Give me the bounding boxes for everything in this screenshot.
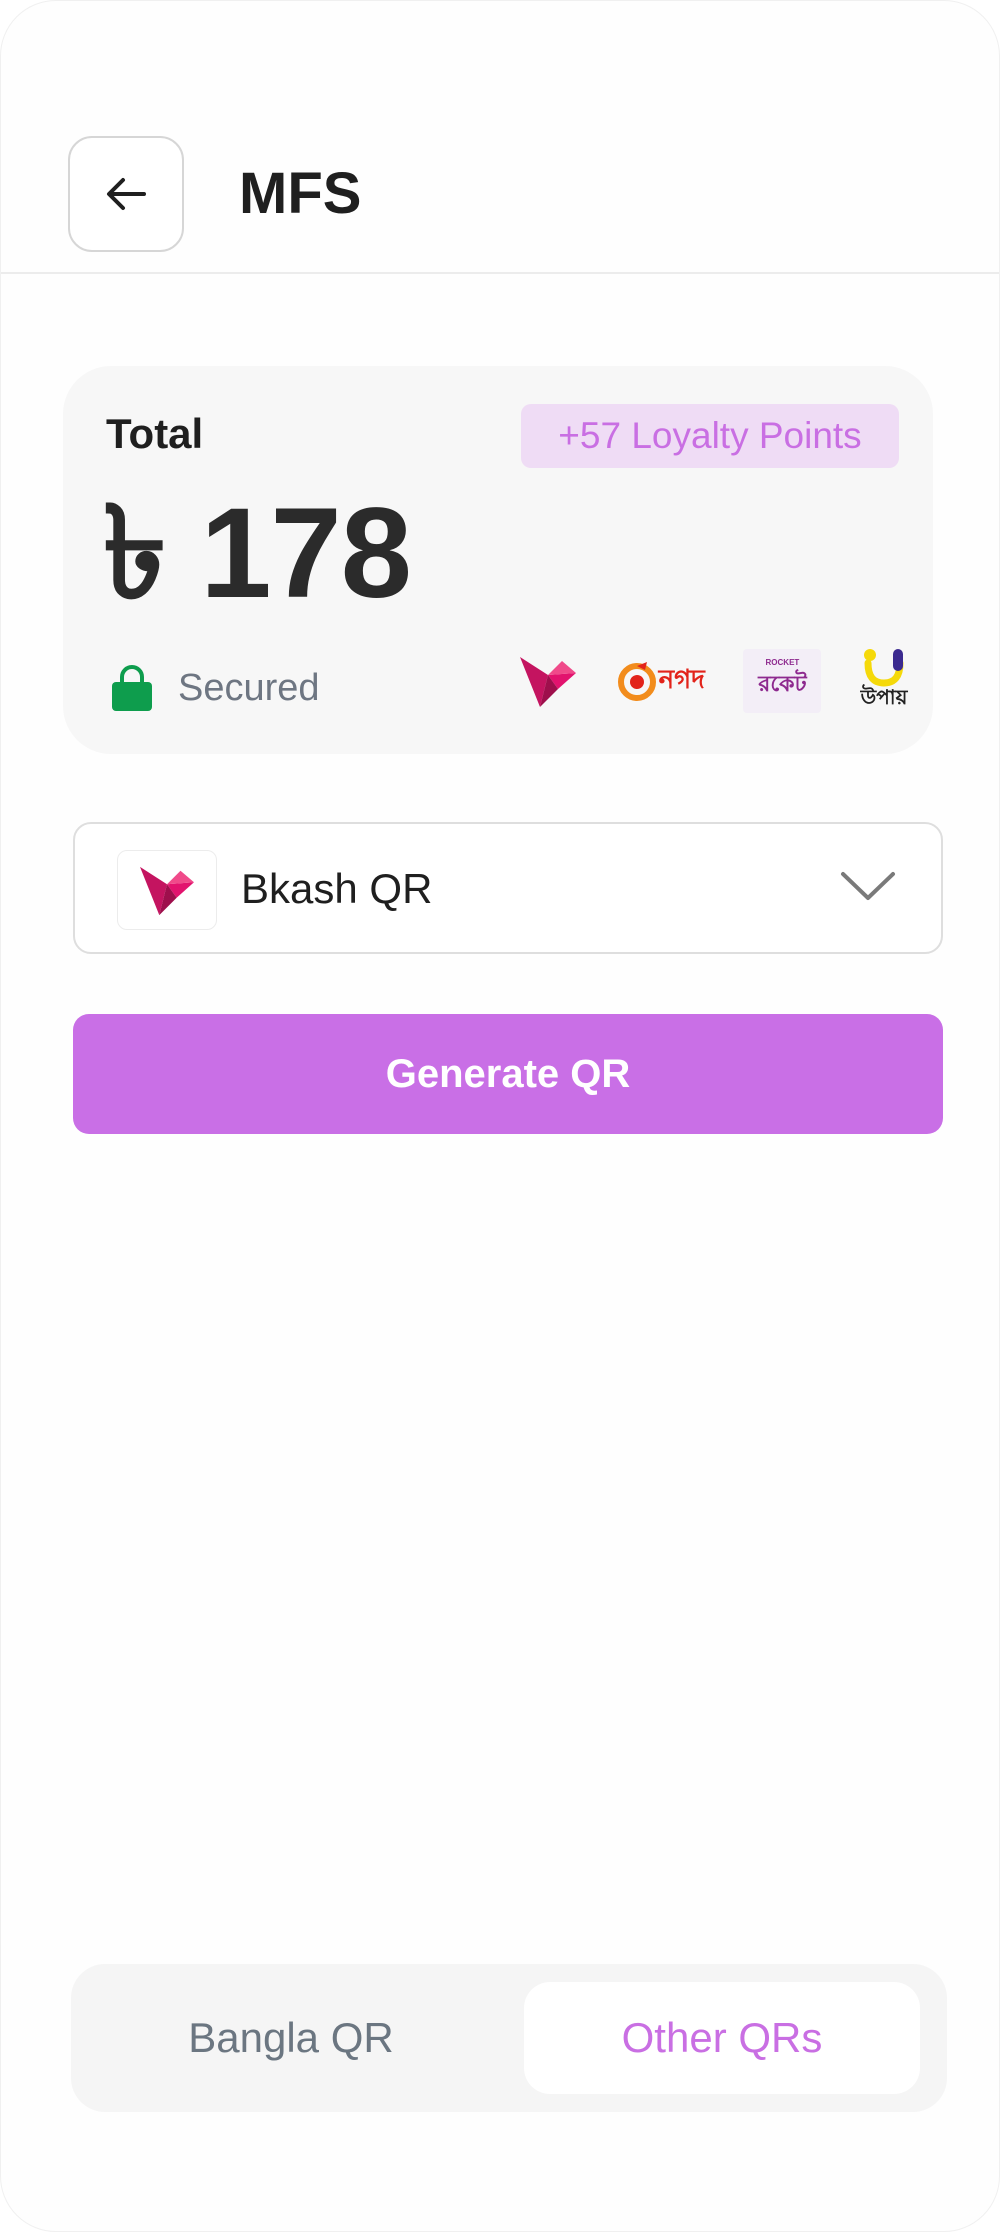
loyalty-points-badge: +57 Loyalty Points [521,404,899,468]
total-label: Total [106,410,204,457]
tab-other-qrs[interactable]: Other QRs [524,1982,920,2094]
payment-method-select[interactable]: Bkash QR [73,822,943,954]
chevron-down-icon[interactable] [839,866,897,906]
page-title: MFS [239,161,362,226]
bkash-logo [518,653,578,709]
mfs-screen: MFS Total +57 Loyalty Points ৳ 178 Secur… [0,0,1000,2232]
generate-qr-button[interactable]: Generate QR [73,1014,943,1134]
header: MFS [1,1,999,274]
nagad-logo: নগদ [617,659,705,703]
rocket-text: রকেট [758,672,807,697]
back-button[interactable] [68,136,184,252]
upay-logo: উপায় [860,647,908,716]
provider-logos: নগদ ROCKET রকেট উপায় [518,636,908,726]
bkash-logo [117,850,217,930]
tab-bangla-qr[interactable]: Bangla QR [91,1982,491,2094]
selected-method-label: Bkash QR [241,865,433,912]
qr-type-tabs: Bangla QR Other QRs [71,1964,947,2112]
upay-text: উপায় [860,684,908,709]
total-amount: ৳ 178 [103,482,412,625]
secured-label: Secured [178,666,320,709]
nagad-text: নগদ [658,665,705,695]
payment-summary-card: Total +57 Loyalty Points ৳ 178 Secured ন… [63,366,933,754]
lock-icon [112,665,152,711]
arrow-left-icon [107,178,146,210]
secured-indicator: Secured [111,658,320,718]
rocket-logo: ROCKET রকেট [743,649,822,713]
rocket-small-label: ROCKET [765,658,800,667]
